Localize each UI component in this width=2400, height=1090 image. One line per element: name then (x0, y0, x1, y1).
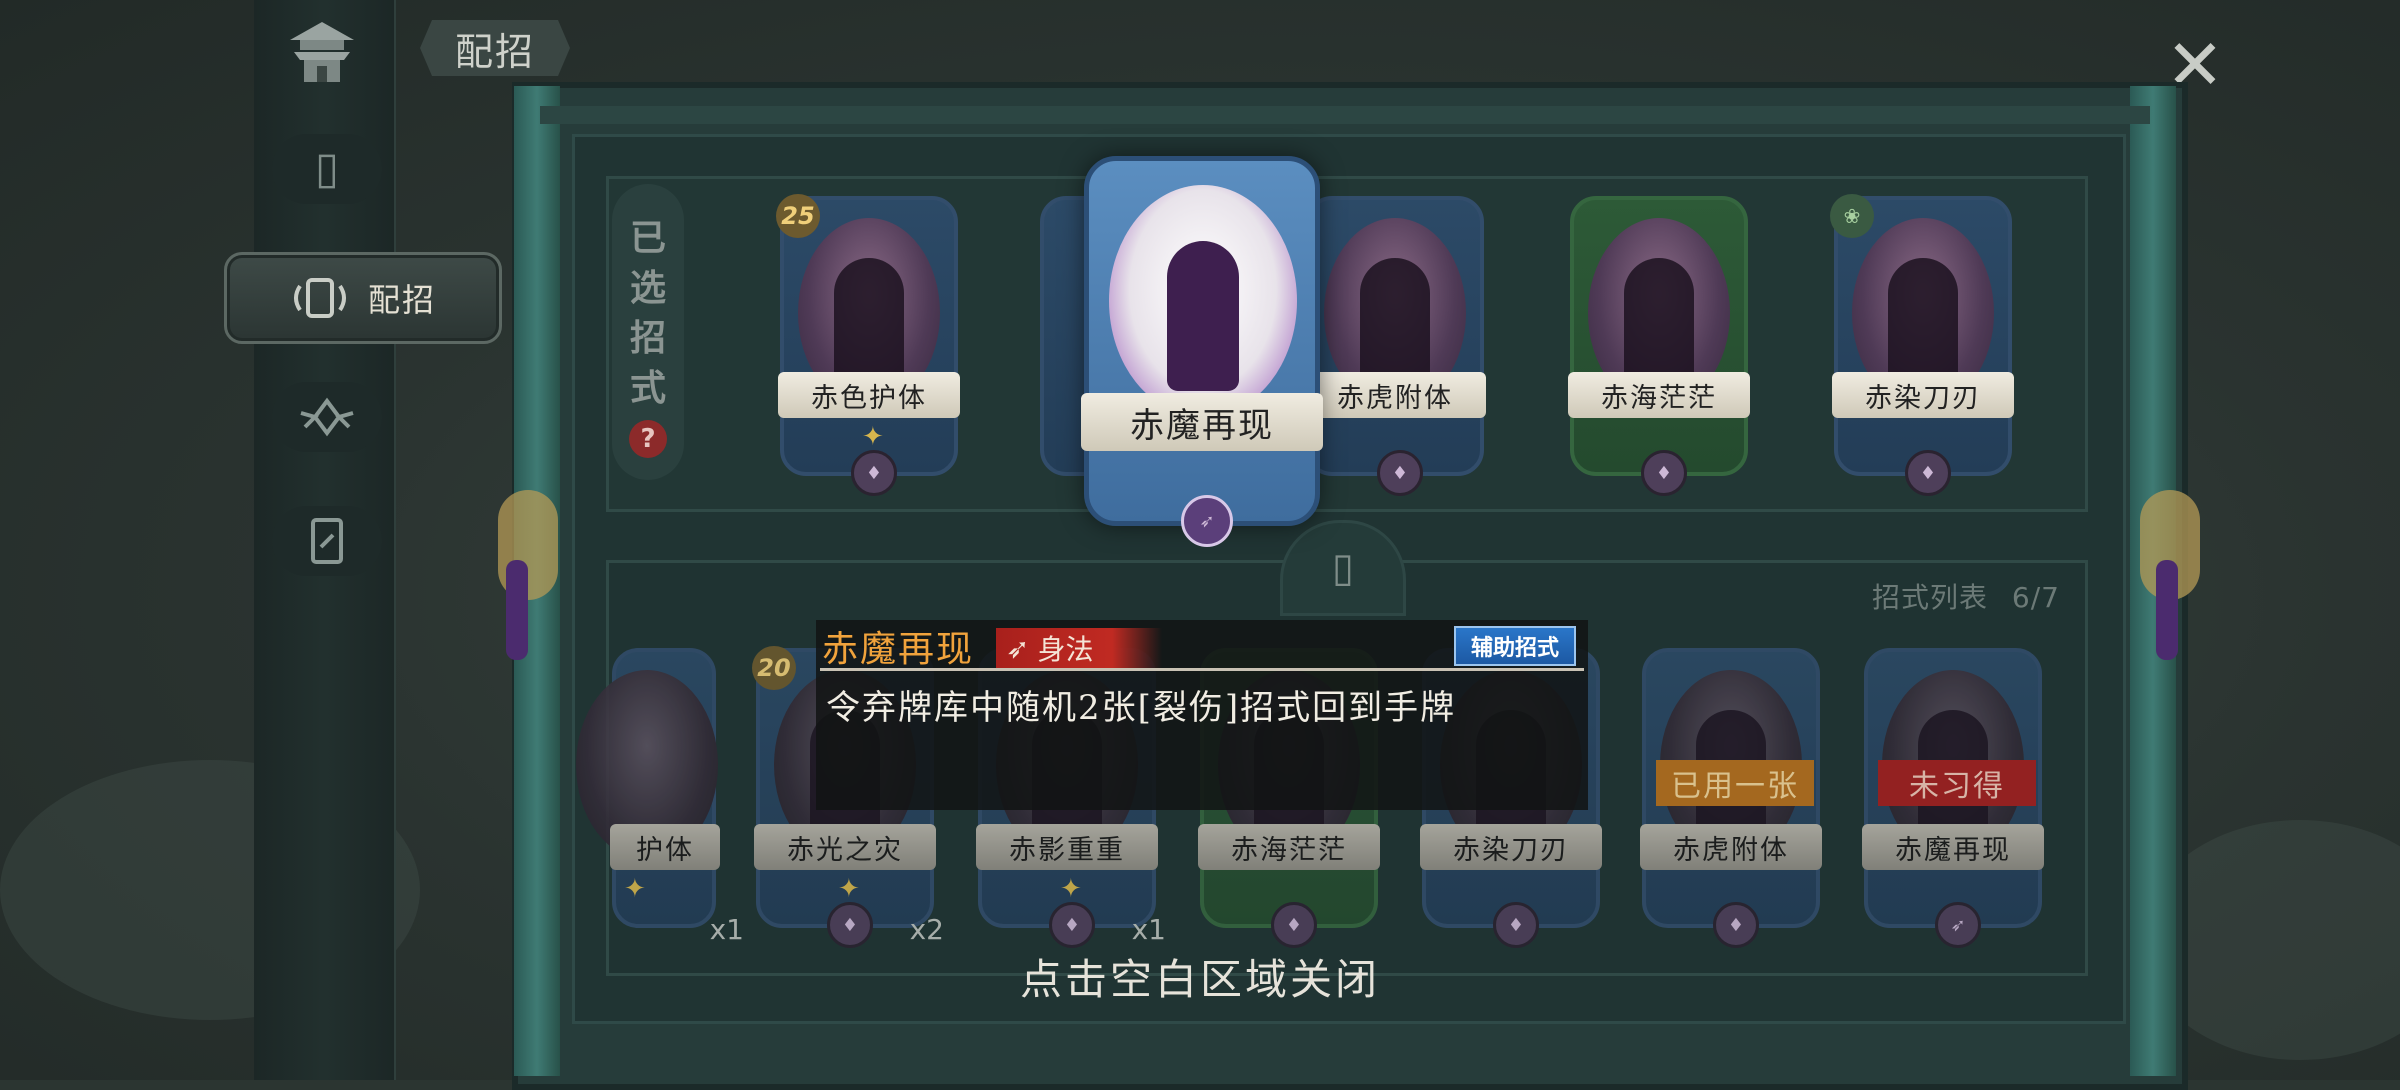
nav-loadout-label: 配招 (367, 281, 436, 319)
card-type-gem-icon: ♦ (1713, 902, 1759, 948)
top-beam (540, 106, 2150, 124)
list-card[interactable]: 已用一张 赤虎附体 ♦ (1640, 648, 1822, 948)
featured-card[interactable]: 赤魔再现 ➶ (1081, 156, 1323, 547)
upgrade-mark-icon: ✦ (624, 874, 646, 904)
tooltip-divider (820, 668, 1584, 671)
card-name: 赤染刀刃 (1832, 372, 2014, 418)
right-ribbon (2156, 560, 2178, 660)
page-title: 配招 (420, 20, 570, 76)
card-name: 护体 (610, 824, 720, 870)
figure-silhouette (834, 258, 904, 388)
nav-skills-button[interactable] (272, 382, 382, 452)
card-type-gem-icon: ♦ (1049, 902, 1095, 948)
lotus-icon (300, 397, 354, 437)
card-type-gem-icon: ♦ (1377, 450, 1423, 496)
selected-title-char: 招 (629, 318, 666, 359)
cost-badge: 25 (776, 194, 820, 238)
selected-card[interactable]: 赤染刀刃 ❀ ♦ (1830, 194, 2014, 496)
upgrade-mark-icon: ✦ (838, 874, 860, 904)
status-badge: 未习得 (1878, 760, 2036, 806)
movement-type-icon: ➶ (1181, 495, 1233, 547)
card-name: 赤虎附体 (1304, 372, 1486, 418)
close-hint: 点击空白区域关闭 (1020, 955, 1381, 1004)
card-name: 赤海茫茫 (1198, 824, 1380, 870)
cost-badge: 20 (752, 646, 796, 690)
list-card[interactable]: 护体 ✦ x1 (576, 648, 744, 946)
card-type-gem-icon: ♦ (1905, 450, 1951, 496)
card-list-count: 招式列表 6/7 (1872, 576, 2060, 616)
card-type-gem-icon: ♦ (1641, 450, 1687, 496)
tooltip-description: 令弃牌库中随机2张[裂伤]招式回到手牌 (826, 688, 1457, 728)
card-count: x1 (1131, 913, 1166, 946)
loadout-icon (293, 278, 346, 318)
card-name: 赤魔再现 (1862, 824, 2044, 870)
upgrade-mark-icon: ✦ (862, 422, 884, 452)
card-name: 赤虎附体 (1640, 824, 1822, 870)
card-type-gem-icon: ♦ (1271, 902, 1317, 948)
cards-icon: ▯ (314, 143, 340, 194)
card-name: 赤光之灾 (754, 824, 936, 870)
card-art (1109, 185, 1297, 417)
movement-type-icon: ➶ (1935, 902, 1981, 948)
selected-card[interactable]: 赤虎附体 ♦ (1304, 196, 1486, 496)
card-slot-icon (311, 518, 343, 564)
selected-card[interactable]: 赤色护体 25 ✦ ♦ (776, 194, 960, 496)
figure-silhouette (1360, 258, 1430, 388)
selected-card[interactable]: 赤海茫茫 ♦ (1568, 196, 1750, 496)
card-type-gem-icon: ♦ (1493, 902, 1539, 948)
movement-type-icon: ➶ (1006, 631, 1030, 665)
nav-loadout-button[interactable]: 配招 (224, 252, 502, 344)
tooltip-type-label: 身法 (1037, 633, 1094, 666)
figure-silhouette (1167, 241, 1239, 391)
left-ribbon (506, 560, 528, 660)
element-badge-icon: ❀ (1830, 194, 1874, 238)
help-icon[interactable]: ? (629, 420, 667, 458)
figure-silhouette (1888, 258, 1958, 388)
card-type-gem-icon: ♦ (851, 450, 897, 496)
tooltip-title: 赤魔再现 (822, 629, 975, 670)
card-list-count-label: 招式列表 (1872, 581, 1989, 614)
nav-cards-button[interactable]: ▯ (272, 134, 382, 204)
cards-icon: ▯ (1331, 545, 1354, 591)
figure-silhouette (1624, 258, 1694, 388)
selected-title-char: 式 (629, 368, 666, 409)
card-name: 赤海茫茫 (1568, 372, 1750, 418)
card-type-gem-icon: ♦ (827, 902, 873, 948)
card-count: x2 (909, 913, 944, 946)
selected-title: 已 选 招 式 ? (612, 184, 684, 480)
upgrade-mark-icon: ✦ (1060, 874, 1082, 904)
card-name: 赤影重重 (976, 824, 1158, 870)
selected-title-char: 已 (629, 218, 666, 259)
pagoda-icon[interactable] (284, 18, 360, 84)
card-name: 赤染刀刃 (1420, 824, 1602, 870)
list-card[interactable]: 未习得 赤魔再现 ➶ (1862, 648, 2044, 948)
status-badge: 已用一张 (1656, 760, 1814, 806)
tooltip-tag-badge: 辅助招式 (1454, 626, 1576, 666)
card-count: x1 (709, 913, 744, 946)
tooltip-type-badge: ➶ 身法 (996, 628, 1162, 668)
selected-title-char: 选 (629, 268, 666, 309)
featured-card-name: 赤魔再现 (1081, 393, 1323, 451)
card-name: 赤色护体 (778, 372, 960, 418)
nav-card-box-button[interactable] (272, 506, 382, 576)
card-list-count-value: 6/7 (2011, 581, 2060, 614)
